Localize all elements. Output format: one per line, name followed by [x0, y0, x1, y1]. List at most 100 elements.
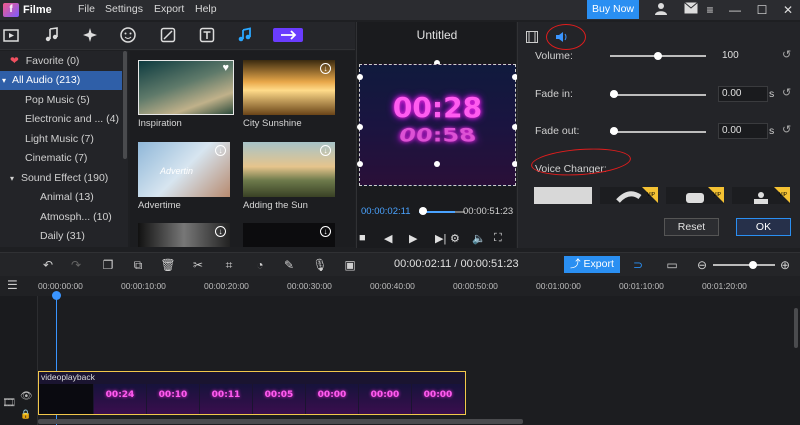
download-icon[interactable]: ↓ — [215, 226, 226, 237]
play-icon[interactable]: ▶ — [409, 232, 417, 245]
category-favorite[interactable]: ❤ Favorite (0) — [0, 52, 122, 71]
zoom-slider-track[interactable] — [713, 264, 775, 266]
category-sound-effect[interactable]: ▾ Sound Effect (190) — [0, 169, 122, 188]
reset-icon[interactable]: ↺ — [782, 48, 791, 61]
account-icon[interactable] — [651, 1, 671, 19]
audio-thumb-advertime[interactable]: ↓ Advertin — [138, 142, 230, 197]
text-tab-icon[interactable] — [199, 27, 217, 45]
undo-icon[interactable]: ↶ — [40, 257, 56, 273]
video-clip[interactable]: videoplayback 00:24 00:10 00:11 00:05 00… — [38, 371, 466, 415]
window-menu-icon[interactable]: ≡ — [700, 1, 720, 19]
transitions-tab-icon[interactable] — [273, 27, 303, 45]
delete-icon[interactable]: 🗑 — [160, 257, 176, 273]
fade-in-slider-knob[interactable] — [610, 90, 618, 98]
volume-icon[interactable]: 🔈 — [472, 232, 486, 245]
ruler-tick: 00:01:10:00 — [619, 281, 664, 291]
redo-icon[interactable]: ↷ — [68, 257, 84, 273]
paste-icon[interactable]: ⧉ — [130, 257, 146, 273]
heart-icon[interactable]: ♥ — [222, 62, 229, 74]
zoom-slider-knob[interactable] — [749, 261, 757, 269]
audio-thumb-city-sunshine[interactable]: ↓ — [243, 60, 335, 115]
download-icon[interactable]: ↓ — [320, 145, 331, 156]
voice-option-4[interactable]: VIP — [732, 187, 790, 204]
playhead-handle[interactable] — [52, 291, 61, 300]
preview-canvas[interactable]: 00:28 00:58 — [359, 64, 516, 186]
zoom-in-icon[interactable]: ⊕ — [777, 257, 793, 273]
fit-timeline-icon[interactable]: ▭ — [664, 257, 680, 273]
camera-record-icon[interactable]: ▣ — [342, 257, 358, 273]
close-icon[interactable]: ✕ — [778, 1, 798, 19]
audio-thumb-inspiration[interactable]: ♥ — [138, 60, 234, 115]
copy-icon[interactable]: ❐ — [100, 257, 116, 273]
volume-value[interactable]: 100 — [719, 49, 769, 65]
reset-button[interactable]: Reset — [664, 218, 719, 236]
download-icon[interactable]: ↓ — [320, 63, 331, 74]
next-frame-icon[interactable]: ▶| — [435, 232, 446, 245]
timeline-h-scrollbar[interactable] — [38, 419, 523, 424]
voice-option-1[interactable] — [534, 187, 592, 204]
menu-settings[interactable]: Settings — [105, 3, 143, 15]
microphone-icon[interactable]: 🎙 — [312, 257, 328, 273]
voice-option-3[interactable]: VIP — [666, 187, 724, 204]
download-icon[interactable]: ↓ — [215, 145, 226, 156]
fade-out-value[interactable]: 0.00 — [718, 123, 768, 139]
reset-icon[interactable]: ↺ — [782, 123, 791, 136]
timeline-ruler[interactable]: ☰ 00:00:00:00 00:00:10:00 00:00:20:00 00… — [0, 276, 800, 296]
stop-icon[interactable]: ■ — [359, 232, 366, 244]
fade-out-slider-knob[interactable] — [610, 127, 618, 135]
export-button[interactable]: ⤴ Export — [564, 256, 620, 273]
fullscreen-icon[interactable]: ⛶ — [494, 232, 502, 245]
fade-out-slider-track[interactable] — [610, 131, 706, 133]
playback-scrubber[interactable] — [419, 207, 427, 215]
category-cinematic[interactable]: Cinematic (7) — [0, 149, 122, 168]
buy-now-button[interactable]: Buy Now — [587, 0, 639, 19]
prev-frame-icon[interactable]: ◀ — [384, 232, 392, 245]
category-electronic[interactable]: Electronic and ... (4) — [0, 110, 122, 129]
fade-in-slider-track[interactable] — [610, 94, 706, 96]
split-scissors-icon[interactable]: ✂ — [190, 257, 206, 273]
crop-icon[interactable]: ⌗ — [221, 257, 237, 273]
speed-icon[interactable]: ◔ — [252, 257, 268, 273]
minimize-icon[interactable]: — — [725, 1, 745, 19]
reset-icon[interactable]: ↺ — [782, 86, 791, 99]
volume-slider-knob[interactable] — [654, 52, 662, 60]
visibility-eye-icon[interactable]: 👁 — [20, 391, 33, 402]
audio-thumb-adding-the-sun[interactable]: ↓ — [243, 142, 335, 197]
zoom-out-icon[interactable]: ⊖ — [694, 257, 710, 273]
category-daily[interactable]: Daily (31) — [0, 227, 122, 246]
resize-handle[interactable] — [434, 161, 440, 167]
elements-tab-icon[interactable] — [120, 27, 138, 45]
category-scrollbar[interactable] — [123, 51, 127, 159]
menu-help[interactable]: Help — [195, 3, 217, 15]
media-tab-icon[interactable] — [3, 27, 21, 45]
audio-tab-icon[interactable] — [44, 27, 62, 45]
menu-file[interactable]: File — [78, 3, 95, 15]
resize-handle[interactable] — [357, 124, 363, 130]
mail-icon[interactable] — [681, 1, 701, 19]
audio-thumb-5[interactable]: ↓ — [138, 223, 230, 247]
category-atmosphere[interactable]: Atmosph... (10) — [0, 208, 122, 227]
lock-icon[interactable]: 🔒 — [20, 409, 31, 420]
snap-icon[interactable]: ⊃ — [630, 257, 646, 273]
category-pop-music[interactable]: Pop Music (5) — [0, 91, 122, 110]
ok-button[interactable]: OK — [736, 218, 791, 236]
menu-export[interactable]: Export — [154, 3, 184, 15]
tracks-menu-icon[interactable]: ☰ — [7, 279, 21, 292]
download-icon[interactable]: ↓ — [320, 226, 331, 237]
category-animal[interactable]: Animal (13) — [0, 188, 122, 207]
resize-handle[interactable] — [357, 74, 363, 80]
voice-option-2[interactable]: VIP — [600, 187, 658, 204]
music-tab-icon[interactable] — [237, 27, 255, 45]
maximize-icon[interactable]: ☐ — [752, 1, 772, 19]
category-all-audio[interactable]: ▾ All Audio (213) — [0, 71, 122, 90]
pen-edit-icon[interactable]: ✎ — [281, 257, 297, 273]
fade-in-value[interactable]: 0.00 — [718, 86, 768, 102]
filters-tab-icon[interactable] — [160, 27, 178, 45]
audio-thumb-6[interactable]: ↓ — [243, 223, 335, 247]
settings-gear-icon[interactable]: ⚙ — [450, 232, 460, 245]
timeline-v-scrollbar[interactable] — [794, 308, 798, 348]
resize-handle[interactable] — [357, 161, 363, 167]
video-tab-icon[interactable] — [526, 31, 538, 43]
category-light-music[interactable]: Light Music (7) — [0, 130, 122, 149]
effects-tab-icon[interactable] — [82, 27, 100, 45]
